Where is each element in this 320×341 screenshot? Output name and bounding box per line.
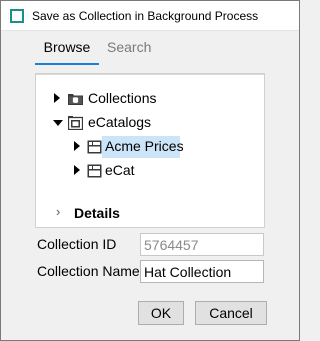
collection-tree[interactable]: Collections eCatalogs Acme Prices eCat ›…: [35, 73, 265, 228]
tree-item-ecat[interactable]: eCat: [74, 160, 186, 182]
collapse-arrow-icon[interactable]: [53, 120, 63, 126]
catalog-icon: [87, 140, 102, 154]
tree-item-acme-prices[interactable]: Acme Prices: [74, 136, 186, 158]
tree-item-label: Collections: [88, 90, 157, 106]
collection-id-field: [140, 233, 264, 256]
ok-button[interactable]: OK: [138, 301, 184, 325]
tab-browse[interactable]: Browse: [35, 37, 99, 65]
tree-item-label: Acme Prices: [105, 138, 184, 154]
app-icon: [10, 9, 24, 23]
catalog-folder-icon: [68, 116, 83, 130]
window-title: Save as Collection in Background Process: [32, 9, 259, 23]
collection-id-label: Collection ID: [37, 236, 117, 252]
details-label[interactable]: Details: [74, 205, 120, 221]
title-bar[interactable]: Save as Collection in Background Process: [1, 1, 299, 31]
expand-arrow-icon[interactable]: [74, 165, 80, 175]
chevron-right-icon[interactable]: ›: [56, 204, 60, 219]
tree-divider: [36, 74, 264, 75]
collection-name-label: Collection Name: [37, 263, 140, 279]
catalog-icon: [87, 164, 102, 178]
tree-item-collections[interactable]: Collections: [54, 88, 254, 110]
cancel-button[interactable]: Cancel: [195, 301, 267, 325]
expand-arrow-icon[interactable]: [74, 141, 80, 151]
expand-arrow-icon[interactable]: [54, 93, 60, 103]
collection-name-field[interactable]: [140, 260, 264, 283]
dialog-window: Save as Collection in Background Process…: [0, 0, 300, 341]
tree-item-ecatalogs[interactable]: eCatalogs: [53, 112, 254, 134]
tree-item-label: eCatalogs: [88, 114, 152, 130]
tree-item-label: eCat: [105, 162, 135, 178]
tab-search[interactable]: Search: [107, 37, 151, 55]
folder-db-icon: [68, 94, 83, 105]
